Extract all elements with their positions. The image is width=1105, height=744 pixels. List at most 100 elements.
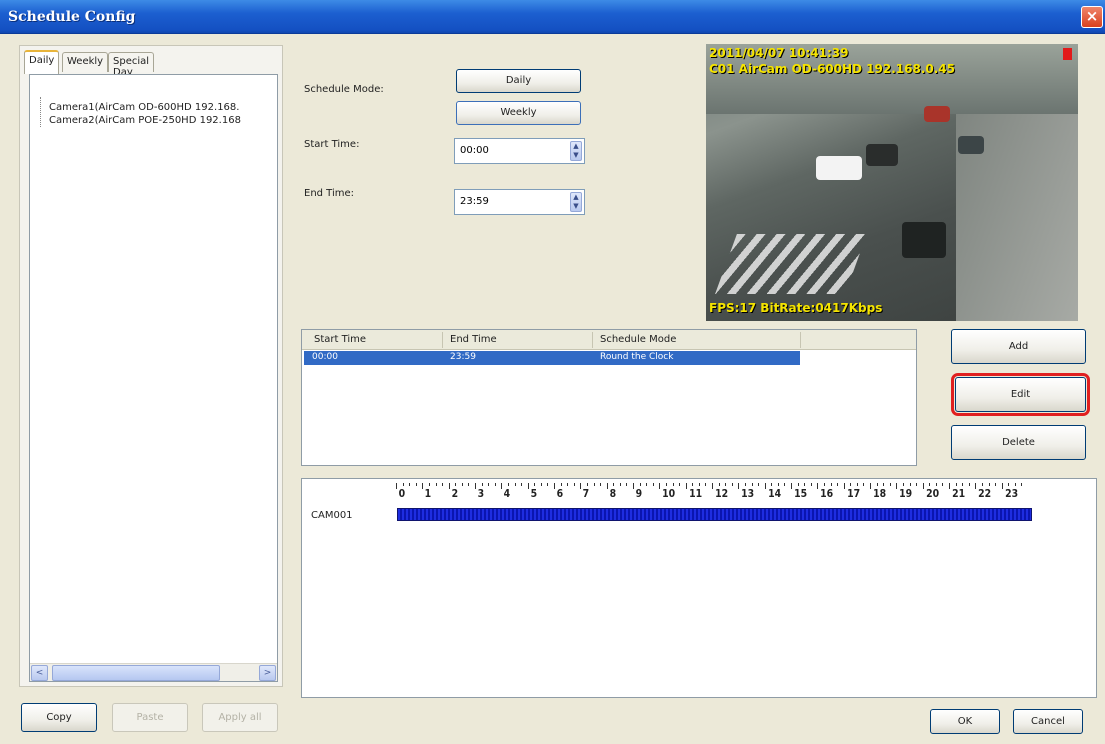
ruler-tick [554, 483, 555, 489]
hour-label: 11 [688, 487, 702, 500]
ruler-tick [633, 483, 634, 489]
camera-stats-overlay: FPS:17 BitRate:0417Kbps [709, 301, 883, 315]
ruler-tick [830, 483, 832, 486]
hour-ruler: 0 1 2 3 4 5 6 7 8 9 10 11 12 13 14 15 16 17 18 19 20 21 22 23 [396, 483, 1028, 505]
copy-button[interactable]: Copy [21, 703, 97, 732]
ruler-tick [738, 483, 740, 489]
ruler-tick [771, 483, 773, 486]
edit-button[interactable]: Edit [951, 373, 1090, 416]
ruler-tick [488, 483, 490, 486]
ruler-tick [442, 483, 444, 486]
schedule-mode-label: Schedule Mode: [304, 84, 384, 95]
ruler-tick [613, 483, 615, 486]
horizontal-scrollbar[interactable]: < > [30, 663, 277, 681]
ruler-tick [646, 483, 648, 486]
tab-weekly[interactable]: Weekly [62, 52, 109, 72]
paste-button[interactable]: Paste [112, 703, 188, 732]
camera-preview: 2011/04/07 10:41:39 C01 AirCam OD-600HD … [706, 44, 1078, 321]
schedule-bar[interactable] [397, 508, 1032, 521]
hour-label: 8 [609, 487, 616, 500]
end-time-input[interactable]: 23:59 ▲ ▼ [454, 189, 585, 215]
table-row[interactable]: 00:00 23:59 Round the Clock [304, 351, 800, 365]
schedule-list: Start Time End Time Schedule Mode 00:00 … [301, 329, 917, 466]
ruler-tick [870, 483, 871, 489]
tree-item-camera2[interactable]: Camera2(AirCam POE-250HD 192.168 [49, 115, 277, 126]
ruler-tick [804, 483, 806, 486]
column-divider[interactable] [442, 332, 443, 348]
weekly-mode-button[interactable]: Weekly [456, 101, 581, 125]
ruler-tick [1001, 483, 1003, 489]
ruler-tick [461, 483, 463, 486]
ruler-tick [534, 483, 536, 486]
ruler-tick [935, 483, 937, 486]
ruler-tick [521, 483, 523, 486]
ruler-tick [475, 483, 476, 489]
hour-label: 12 [715, 487, 729, 500]
ruler-tick [501, 483, 503, 489]
column-end-time[interactable]: End Time [450, 334, 497, 345]
ruler-tick [540, 483, 542, 486]
ruler-tick [593, 483, 595, 486]
hour-label: 21 [952, 487, 966, 500]
spin-down-icon[interactable]: ▼ [571, 151, 581, 160]
add-button[interactable]: Add [951, 329, 1086, 364]
tab-daily[interactable]: Daily [24, 50, 60, 74]
ruler-tick [685, 483, 687, 489]
ruler-tick [692, 483, 694, 486]
title-bar[interactable]: Schedule Config × [0, 0, 1105, 34]
column-start-time[interactable]: Start Time [314, 334, 366, 345]
close-button[interactable]: × [1081, 6, 1103, 28]
ruler-tick [560, 483, 562, 486]
white-car [816, 156, 862, 180]
ruler-tick [995, 483, 997, 486]
ruler-tick [402, 483, 404, 486]
camera-tree: Camera1(AirCam OD-600HD 192.168. Camera2… [29, 74, 278, 682]
ruler-tick [981, 483, 983, 486]
ruler-tick [909, 483, 911, 486]
ok-button[interactable]: OK [930, 709, 1000, 734]
spin-up-icon[interactable]: ▲ [571, 142, 581, 151]
ruler-tick [507, 483, 509, 486]
scroll-right-icon[interactable]: > [259, 665, 276, 681]
ruler-tick [652, 483, 654, 486]
camera-timestamp: 2011/04/07 10:41:39 [709, 46, 849, 60]
start-time-input[interactable]: 00:00 ▲ ▼ [454, 138, 585, 164]
ruler-tick [784, 483, 786, 486]
ruler-tick [725, 483, 727, 486]
ruler-tick [850, 483, 852, 486]
hour-label: 19 [899, 487, 913, 500]
tree-item-camera1[interactable]: Camera1(AirCam OD-600HD 192.168. [49, 102, 277, 113]
end-time-spinner-icon[interactable]: ▲ ▼ [570, 192, 582, 212]
hour-label: 9 [635, 487, 643, 500]
ruler-tick [435, 483, 437, 486]
scroll-thumb[interactable] [52, 665, 220, 681]
ruler-tick [777, 483, 779, 486]
hour-label: 22 [978, 487, 992, 500]
hour-label: 2 [451, 487, 458, 500]
ruler-tick [823, 483, 825, 486]
ruler-tick [415, 483, 417, 486]
spin-down-icon[interactable]: ▼ [571, 202, 581, 211]
start-time-spinner-icon[interactable]: ▲ ▼ [570, 141, 582, 161]
dark-car [866, 144, 898, 166]
ruler-tick [580, 483, 582, 489]
hour-label: 6 [556, 487, 564, 500]
ruler-tick [751, 483, 753, 486]
ruler-tick [698, 483, 700, 486]
column-divider[interactable] [800, 332, 801, 348]
ruler-tick [712, 483, 713, 489]
ruler-tick [843, 483, 845, 489]
cancel-button[interactable]: Cancel [1013, 709, 1083, 734]
column-schedule-mode[interactable]: Schedule Mode [600, 334, 676, 345]
hour-label: 10 [662, 487, 676, 500]
ruler-tick [896, 483, 898, 489]
ruler-tick [606, 483, 608, 489]
delete-button[interactable]: Delete [951, 425, 1086, 460]
column-divider[interactable] [592, 332, 593, 348]
spin-up-icon[interactable]: ▲ [571, 193, 581, 202]
apply-all-button[interactable]: Apply all [202, 703, 278, 732]
scroll-left-icon[interactable]: < [31, 665, 48, 681]
tab-special-day[interactable]: Special Day [108, 52, 155, 78]
daily-mode-button[interactable]: Daily [456, 69, 581, 93]
hour-label: 17 [846, 487, 860, 500]
